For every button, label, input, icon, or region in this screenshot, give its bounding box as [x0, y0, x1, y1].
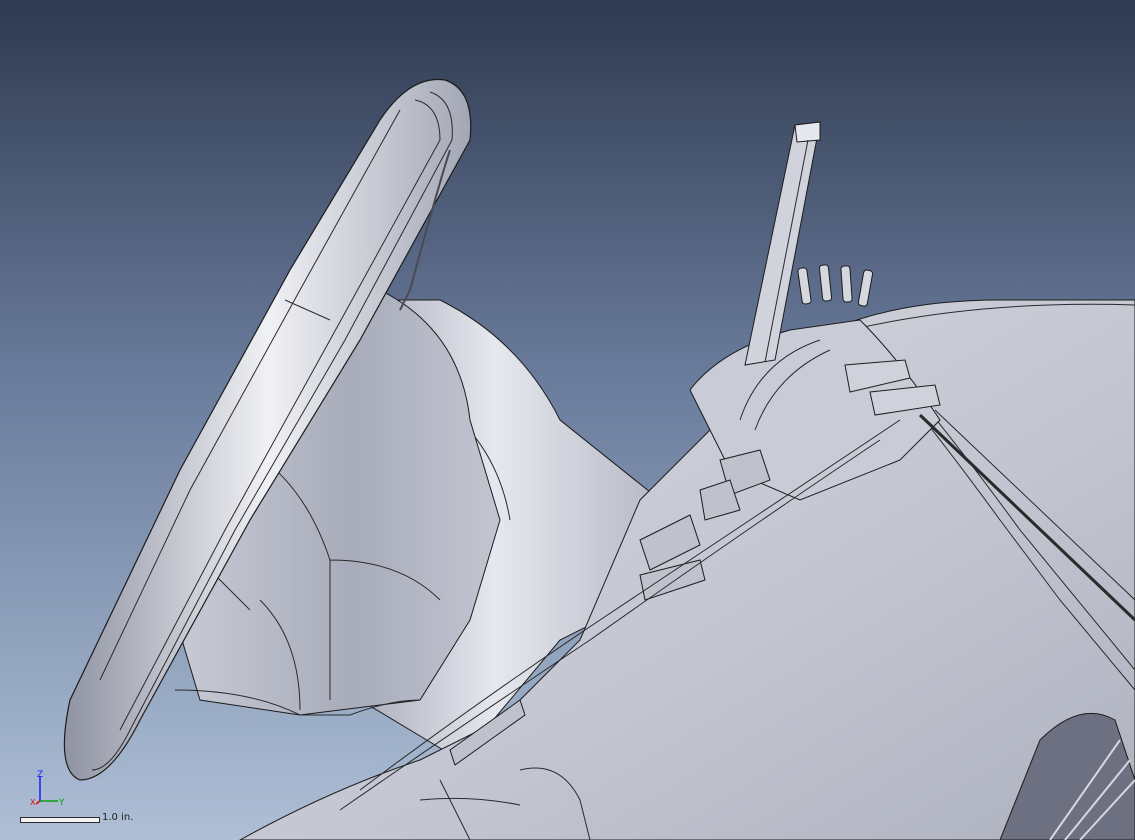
3d-viewport[interactable]	[0, 0, 1135, 840]
triad-y-label: Y	[58, 798, 65, 808]
scale-bar-line	[20, 817, 100, 823]
scale-bar-label: 1.0 in.	[102, 812, 134, 823]
triad-x-label: X	[30, 798, 36, 807]
orientation-triad: Z Y X	[30, 770, 65, 808]
triad-z-label: Z	[37, 770, 43, 780]
